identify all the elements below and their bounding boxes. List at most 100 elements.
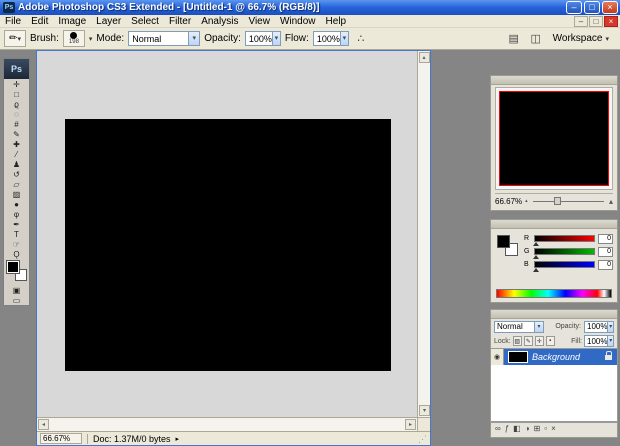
- foreground-color-swatch[interactable]: [6, 260, 20, 274]
- vertical-scrollbar[interactable]: ▴ ▾: [417, 51, 430, 417]
- close-icon[interactable]: ×: [602, 1, 618, 14]
- red-channel-value[interactable]: 0: [598, 233, 613, 244]
- menu-select[interactable]: Select: [126, 15, 164, 28]
- layer-blend-mode-select[interactable]: Normal ▾: [494, 320, 544, 333]
- menu-image[interactable]: Image: [53, 15, 91, 28]
- gradient-tool[interactable]: ▨: [4, 189, 29, 199]
- color-panel-header[interactable]: [491, 220, 617, 229]
- horizontal-scrollbar[interactable]: ◂ ▸: [37, 417, 417, 431]
- slider-marker-icon[interactable]: [533, 242, 539, 246]
- color-spectrum-ramp[interactable]: [496, 289, 612, 298]
- opacity-input[interactable]: 100% ▾: [244, 31, 281, 46]
- adjustment-layer-icon[interactable]: ◑: [525, 423, 530, 435]
- zoom-in-icon[interactable]: ▴: [609, 197, 613, 206]
- scroll-down-icon[interactable]: ▾: [419, 405, 430, 416]
- canvas-image[interactable]: [65, 119, 391, 371]
- menu-edit[interactable]: Edit: [26, 15, 53, 28]
- lock-position-icon[interactable]: ✛: [534, 336, 544, 346]
- dodge-tool[interactable]: φ: [4, 209, 29, 219]
- blur-tool[interactable]: ●: [4, 199, 29, 209]
- layer-name[interactable]: Background: [532, 352, 605, 362]
- navigator-zoom-slider[interactable]: [532, 196, 604, 205]
- lock-pixels-icon[interactable]: ✎: [523, 336, 533, 346]
- tool-preset-picker[interactable]: ✏ ▾: [4, 30, 26, 47]
- screen-mode-icon[interactable]: ▭: [4, 295, 29, 305]
- navigator-zoom-value[interactable]: 66.67%: [495, 197, 522, 206]
- green-channel-value[interactable]: 0: [598, 246, 613, 257]
- eraser-tool[interactable]: ▱: [4, 179, 29, 189]
- zoom-tool[interactable]: Ǫ: [4, 249, 29, 259]
- document-close-icon[interactable]: ×: [604, 16, 618, 27]
- slider-marker-icon[interactable]: [533, 268, 539, 272]
- palette-well-icon[interactable]: ▤: [506, 31, 522, 47]
- navigator-proxy-view[interactable]: [499, 91, 609, 186]
- canvas-area[interactable]: [37, 51, 417, 417]
- layer-row-background[interactable]: ◉ Background: [491, 349, 617, 365]
- document-minimize-icon[interactable]: –: [574, 16, 588, 27]
- bridge-icon[interactable]: ◫: [528, 31, 544, 47]
- airbrush-toggle-icon[interactable]: ∴: [353, 31, 369, 47]
- color-panel: R 0 G 0 B 0: [490, 219, 618, 303]
- navigator-panel-header[interactable]: [491, 76, 617, 85]
- crop-tool[interactable]: #: [4, 119, 29, 129]
- layer-mask-icon[interactable]: ◧: [513, 423, 521, 435]
- eyedropper-tool[interactable]: ✎: [4, 129, 29, 139]
- resize-grip-icon[interactable]: ⋰: [418, 434, 427, 444]
- menu-window[interactable]: Window: [275, 15, 321, 28]
- lock-all-icon[interactable]: ▪: [545, 336, 555, 346]
- pen-tool[interactable]: ✒: [4, 219, 29, 229]
- brush-preset-preview[interactable]: 198: [62, 30, 85, 47]
- zoom-out-icon[interactable]: ▴: [525, 198, 528, 204]
- clone-stamp-tool[interactable]: ♟: [4, 159, 29, 169]
- lock-transparency-icon[interactable]: ▨: [512, 336, 522, 346]
- layer-opacity-input[interactable]: 100% ▾: [584, 320, 614, 333]
- status-menu-arrow-icon[interactable]: ▸: [176, 435, 180, 443]
- scroll-up-icon[interactable]: ▴: [418, 52, 430, 63]
- new-layer-icon[interactable]: ▫: [544, 423, 547, 435]
- slider-marker-icon[interactable]: [533, 255, 539, 259]
- foreground-color-swatch[interactable]: [497, 235, 510, 248]
- chevron-down-icon: ▾: [17, 35, 21, 43]
- menu-layer[interactable]: Layer: [91, 15, 126, 28]
- document-restore-icon[interactable]: □: [589, 16, 603, 27]
- menu-help[interactable]: Help: [321, 15, 352, 28]
- blue-channel-slider[interactable]: [533, 261, 595, 272]
- layer-fill-input[interactable]: 100% ▾: [584, 335, 614, 347]
- quick-mask-icon[interactable]: ▣: [4, 285, 29, 295]
- status-zoom-input[interactable]: 66.67%: [40, 433, 82, 444]
- brush-label: Brush:: [30, 33, 59, 44]
- delete-layer-icon[interactable]: ×: [551, 423, 556, 435]
- layer-thumbnail[interactable]: [508, 351, 528, 363]
- menu-view[interactable]: View: [243, 15, 275, 28]
- green-channel-slider[interactable]: [533, 248, 595, 259]
- flow-input[interactable]: 100% ▾: [312, 31, 349, 46]
- minimize-icon[interactable]: –: [566, 1, 582, 14]
- red-channel-slider[interactable]: [533, 235, 595, 246]
- lasso-tool[interactable]: ϱ: [4, 99, 29, 109]
- move-tool[interactable]: ✛: [4, 79, 29, 89]
- rectangular-marquee-tool[interactable]: □: [4, 89, 29, 99]
- link-layers-icon[interactable]: ∞: [495, 423, 501, 435]
- hand-tool[interactable]: ☞: [4, 239, 29, 249]
- scroll-left-icon[interactable]: ◂: [38, 419, 49, 430]
- menu-filter[interactable]: Filter: [164, 15, 196, 28]
- zoom-slider-thumb[interactable]: [554, 196, 562, 205]
- quick-selection-tool[interactable]: ◌: [4, 109, 29, 119]
- layer-style-icon[interactable]: ƒ: [505, 423, 509, 435]
- maximize-icon[interactable]: □: [584, 1, 600, 14]
- layer-visibility-eye-icon[interactable]: ◉: [491, 349, 504, 365]
- brush-picker-arrow-icon[interactable]: ▾: [89, 35, 93, 43]
- workspace-button[interactable]: Workspace ▾: [550, 32, 612, 45]
- layers-panel-header[interactable]: [491, 310, 617, 319]
- layer-group-icon[interactable]: ⊞: [534, 423, 541, 435]
- type-tool[interactable]: T: [4, 229, 29, 239]
- blue-channel-value[interactable]: 0: [598, 259, 613, 270]
- healing-brush-tool[interactable]: ✚: [4, 139, 29, 149]
- menu-file[interactable]: File: [0, 15, 26, 28]
- menu-analysis[interactable]: Analysis: [196, 15, 243, 28]
- brush-tool[interactable]: ⁄: [4, 149, 29, 159]
- scroll-right-icon[interactable]: ▸: [405, 419, 416, 430]
- history-brush-tool[interactable]: ↺: [4, 169, 29, 179]
- blend-mode-select[interactable]: Normal ▾: [128, 31, 201, 46]
- color-channel-sliders: R 0 G 0 B 0: [524, 232, 613, 272]
